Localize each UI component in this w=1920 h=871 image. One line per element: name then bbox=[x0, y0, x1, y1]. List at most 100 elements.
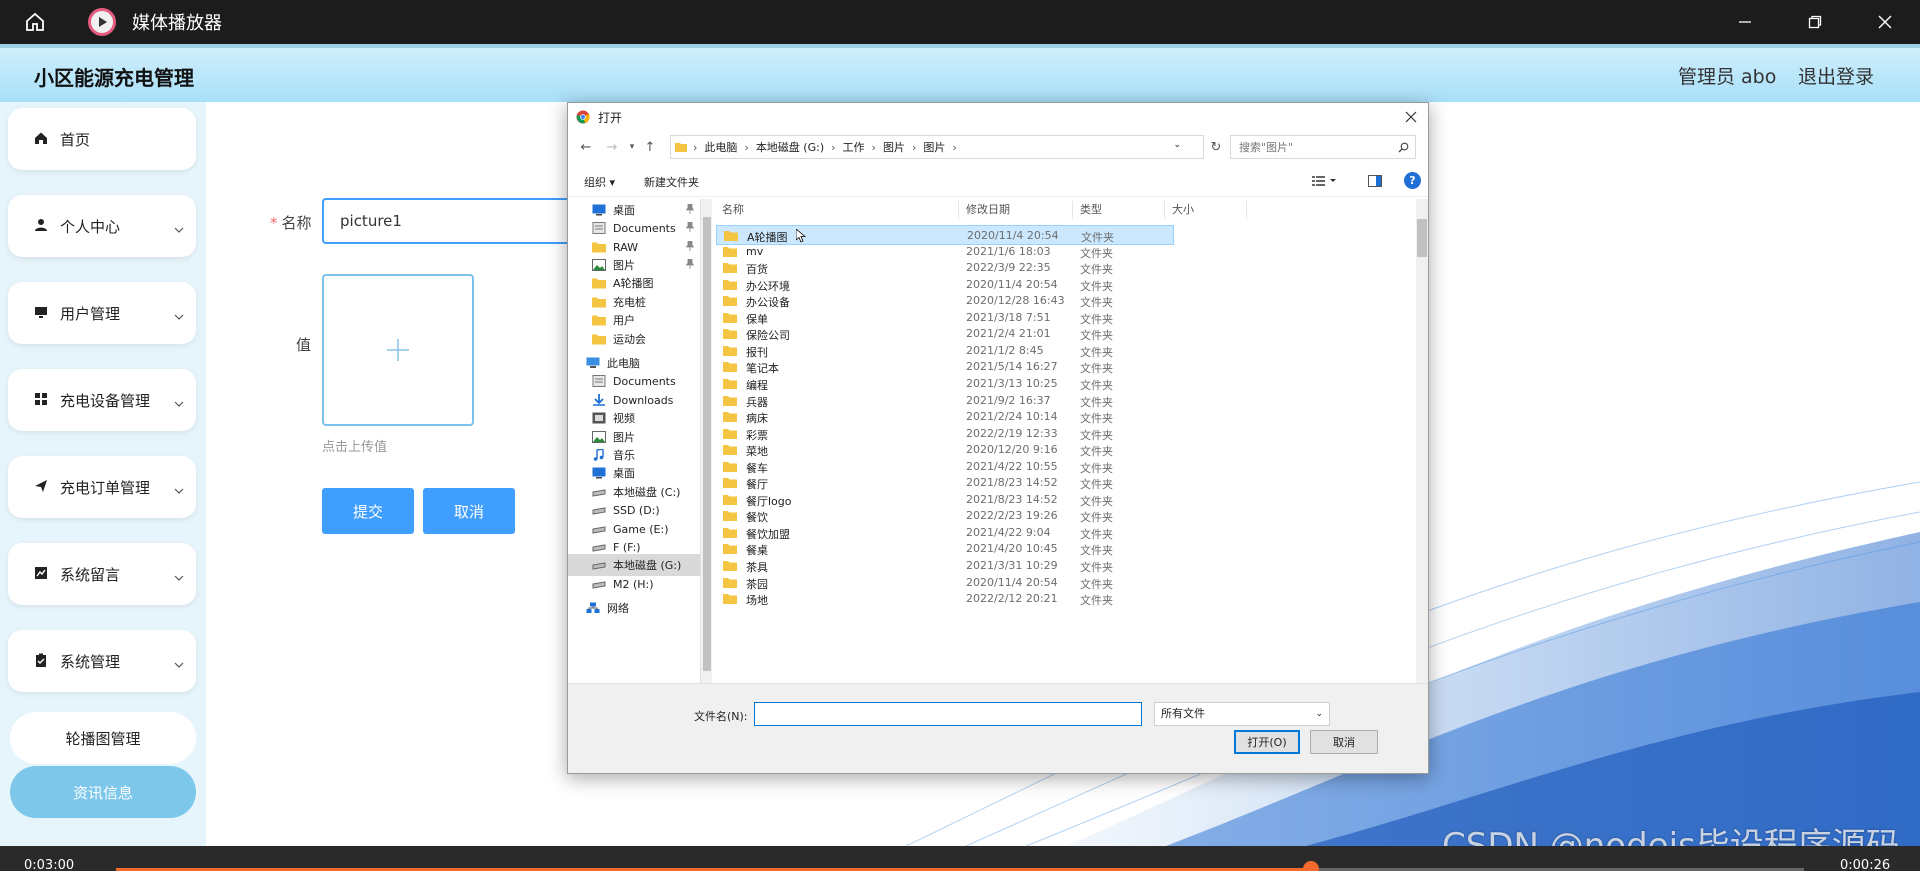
column-name[interactable]: 名称 bbox=[722, 199, 744, 221]
search-input[interactable]: 搜索"图片" bbox=[1230, 135, 1416, 159]
folder-icon bbox=[723, 345, 737, 356]
folder-icon bbox=[723, 527, 737, 538]
drive-icon bbox=[592, 559, 606, 571]
open-button[interactable]: 打开(O) bbox=[1234, 730, 1300, 754]
breadcrumb-drive-g[interactable]: 本地磁盘 (G:) bbox=[756, 139, 824, 155]
breadcrumb-pictures-sub[interactable]: 图片 bbox=[923, 139, 945, 155]
column-separator[interactable] bbox=[1246, 201, 1247, 219]
folder-icon bbox=[724, 230, 738, 241]
file-date: 2021/1/2 8:45 bbox=[966, 343, 1044, 357]
name-input[interactable]: picture1 bbox=[322, 198, 582, 244]
file-list-scroll-thumb[interactable] bbox=[1417, 219, 1427, 257]
preview-pane-icon[interactable] bbox=[1368, 175, 1382, 187]
new-folder-button[interactable]: 新建文件夹 bbox=[644, 174, 699, 190]
address-row: ← → ▾ ↑ › 此电脑 › 本地磁盘 (G:) › 工作 › 图片 › 图片 › ⌄ … bbox=[568, 133, 1428, 161]
sidebar-item-label: 个人中心 bbox=[60, 217, 121, 236]
column-separator[interactable] bbox=[1072, 201, 1073, 219]
nav-item[interactable]: 运动会 bbox=[568, 328, 700, 350]
submit-button[interactable]: 提交 bbox=[322, 488, 414, 534]
nav-item[interactable]: 网络 bbox=[568, 597, 700, 619]
send-icon bbox=[34, 479, 50, 495]
chevron-down-icon bbox=[174, 569, 184, 581]
file-list-scrollbar[interactable] bbox=[1416, 199, 1428, 683]
seek-handle[interactable] bbox=[1303, 861, 1320, 871]
breadcrumb-pictures[interactable]: 图片 bbox=[883, 139, 905, 155]
forward-arrow-icon[interactable]: → bbox=[604, 139, 620, 155]
navigation-pane: 桌面 Documents RAW 图片 A轮播图 充电桩 用户 运动会 此电脑 Documents… bbox=[568, 199, 700, 683]
name-label: * 名称 bbox=[270, 214, 312, 232]
minimize-button[interactable] bbox=[1710, 0, 1780, 44]
maximize-button[interactable] bbox=[1780, 0, 1850, 44]
back-arrow-icon[interactable]: ← bbox=[578, 139, 594, 155]
folder-icon bbox=[723, 361, 737, 373]
sidebar-item-charging-order[interactable]: 充电订单管理 bbox=[8, 456, 196, 518]
nav-item-label: Downloads bbox=[613, 393, 674, 407]
folder-icon bbox=[723, 428, 737, 439]
pics-icon bbox=[592, 431, 606, 443]
filename-input[interactable] bbox=[754, 702, 1142, 726]
sidebar-item-personal-center[interactable]: 个人中心 bbox=[8, 195, 196, 257]
pin-icon bbox=[685, 240, 695, 251]
folder-icon bbox=[723, 593, 737, 605]
video-icon bbox=[592, 412, 606, 424]
up-arrow-icon[interactable]: ↑ bbox=[642, 139, 658, 155]
file-row[interactable]: 场地 2022/2/12 20:21 文件夹 bbox=[716, 589, 1416, 609]
refresh-icon[interactable]: ↻ bbox=[1208, 139, 1224, 155]
dialog-cancel-button[interactable]: 取消 bbox=[1310, 730, 1378, 754]
folder-icon bbox=[723, 328, 737, 340]
folder-icon bbox=[592, 277, 606, 289]
organize-menu[interactable]: 组织 ▾ bbox=[584, 174, 615, 190]
folder-icon bbox=[592, 333, 606, 345]
file-date: 2022/2/12 20:21 bbox=[966, 592, 1058, 606]
search-icon bbox=[1398, 142, 1409, 153]
view-options-icon[interactable] bbox=[1312, 175, 1338, 187]
file-date: 2022/2/19 12:33 bbox=[966, 426, 1058, 440]
file-date: 2021/9/2 16:37 bbox=[966, 393, 1051, 407]
folder-icon bbox=[723, 543, 737, 555]
nav-item-label: Game (E:) bbox=[613, 522, 669, 536]
close-button[interactable] bbox=[1850, 0, 1920, 44]
nav-item-label: 桌面 bbox=[613, 467, 635, 480]
sidebar-subitem-news[interactable]: 资讯信息 bbox=[10, 766, 196, 818]
column-type[interactable]: 类型 bbox=[1080, 199, 1102, 221]
grid-icon bbox=[34, 392, 50, 408]
cancel-button[interactable]: 取消 bbox=[423, 488, 515, 534]
pics-icon bbox=[592, 259, 606, 271]
music-icon bbox=[592, 448, 606, 461]
folder-icon bbox=[723, 395, 737, 406]
breadcrumb-this-pc[interactable]: 此电脑 bbox=[704, 139, 737, 155]
sidebar-item-label: 充电设备管理 bbox=[60, 391, 151, 410]
sidebar-item-system-management[interactable]: 系统管理 bbox=[8, 630, 196, 692]
folder-icon bbox=[592, 314, 606, 326]
column-separator[interactable] bbox=[958, 201, 959, 219]
help-icon[interactable]: ? bbox=[1404, 172, 1421, 189]
column-modified[interactable]: 修改日期 bbox=[966, 199, 1010, 221]
sidebar-item-charging-device[interactable]: 充电设备管理 bbox=[8, 369, 196, 431]
home-icon[interactable] bbox=[0, 0, 70, 44]
nav-item[interactable]: M2 (H:) bbox=[568, 573, 700, 595]
sidebar-item-system-message[interactable]: 系统留言 bbox=[8, 543, 196, 605]
sidebar-item-user-management[interactable]: 用户管理 bbox=[8, 282, 196, 344]
address-bar[interactable]: › 此电脑 › 本地磁盘 (G:) › 工作 › 图片 › 图片 › ⌄ bbox=[670, 135, 1204, 159]
column-size[interactable]: 大小 bbox=[1172, 199, 1194, 221]
file-date: 2021/4/20 10:45 bbox=[966, 542, 1058, 556]
pin-icon bbox=[685, 221, 695, 232]
sidebar-item-home[interactable]: 首页 bbox=[8, 108, 196, 170]
total-time: 0:00:26 bbox=[1840, 858, 1891, 871]
folder-icon bbox=[723, 246, 737, 257]
filetype-select[interactable]: 所有文件 ⌄ bbox=[1154, 702, 1330, 726]
media-player-window: 媒体播放器 小区能源充电管理 管理员 abo 退出登录 首页 个人中心 用户管理… bbox=[0, 0, 1920, 871]
nav-item-label: 充电桩 bbox=[613, 296, 646, 309]
breadcrumb-work[interactable]: 工作 bbox=[843, 139, 865, 155]
user-icon bbox=[34, 218, 50, 234]
column-separator[interactable] bbox=[1164, 201, 1165, 219]
navigation-scrollbar[interactable] bbox=[700, 199, 712, 683]
sidebar-subitem-carousel[interactable]: 轮播图管理 bbox=[10, 712, 196, 764]
file-date: 2021/3/18 7:51 bbox=[966, 310, 1051, 324]
upload-box[interactable] bbox=[322, 274, 474, 426]
dialog-close-button[interactable] bbox=[1402, 108, 1420, 126]
address-dropdown-icon[interactable]: ⌄ bbox=[1173, 140, 1181, 150]
recent-locations-icon[interactable]: ▾ bbox=[624, 139, 640, 155]
logout-link[interactable]: 退出登录 bbox=[1798, 62, 1874, 89]
navigation-scroll-thumb[interactable] bbox=[703, 217, 711, 671]
